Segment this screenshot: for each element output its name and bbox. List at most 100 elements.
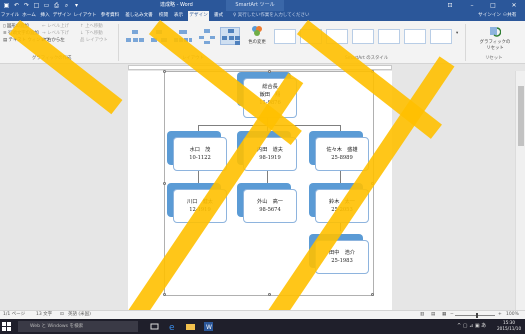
- taskbar-search-text: Web と Windows を検索: [30, 324, 84, 329]
- tab-layout[interactable]: レイアウト: [72, 11, 98, 21]
- connector-line: [267, 171, 268, 183]
- tab-smartart-design[interactable]: デザイン: [188, 11, 209, 21]
- smartart-style-option[interactable]: [430, 29, 452, 44]
- palette-icon: [252, 26, 262, 36]
- org-chart-layout-icon: [126, 30, 144, 42]
- ribbon-display-icon[interactable]: ⊡: [440, 0, 460, 11]
- resize-handle[interactable]: [163, 182, 166, 185]
- demote-label: レベル下げ: [47, 31, 70, 36]
- file-explorer-icon[interactable]: [186, 322, 195, 331]
- print-icon[interactable]: ⎙: [52, 1, 61, 10]
- reset-group-label: リセット: [485, 56, 503, 61]
- title-bar: ▣ ↶ ↷ □ ▭ ⎙ ⌕ ▾ 達成略 - Word SmartArt ツール …: [0, 0, 525, 11]
- redo-icon[interactable]: ↷: [22, 1, 31, 10]
- tab-review[interactable]: 校閲: [156, 11, 171, 21]
- resize-handle[interactable]: [163, 293, 166, 296]
- scrollbar-thumb[interactable]: [518, 86, 524, 146]
- vertical-scrollbar[interactable]: [515, 71, 525, 310]
- smartart-style-option[interactable]: [378, 29, 400, 44]
- language-indicator[interactable]: 英語 (米国): [68, 311, 91, 319]
- resize-handle[interactable]: [371, 293, 374, 296]
- open-icon[interactable]: ▭: [42, 1, 51, 10]
- node-number: 10-1122: [189, 155, 211, 161]
- web-layout-icon[interactable]: ▦: [442, 311, 446, 319]
- tab-file[interactable]: ファイル: [0, 11, 20, 21]
- edge-icon[interactable]: e: [168, 322, 177, 331]
- new-icon[interactable]: □: [32, 1, 41, 10]
- tab-design[interactable]: デザイン: [52, 11, 72, 21]
- minimize-icon[interactable]: –: [462, 0, 482, 11]
- node-name: 水口 茂: [189, 147, 211, 153]
- tell-me-text: 実行したい作業を入力してください: [237, 13, 310, 18]
- tell-me-box[interactable]: ♀ 実行したい作業を入力してください: [233, 12, 309, 20]
- layout-option-selected[interactable]: [220, 27, 240, 45]
- save-icon[interactable]: ▣: [2, 1, 11, 10]
- layout-option[interactable]: [196, 27, 216, 45]
- close-icon[interactable]: ✕: [504, 0, 524, 11]
- windows-taskbar: Web と Windows を検索 e W ^ ▢ ⊿ ▣ あ 15:30 20…: [0, 319, 525, 334]
- signin-link[interactable]: サインイン: [478, 11, 501, 21]
- styles-more-icon[interactable]: ▾: [456, 31, 458, 37]
- layout-dropdown[interactable]: 品 レイアウト: [80, 38, 108, 44]
- system-tray-icons[interactable]: ^ ▢ ⊿ ▣ あ: [457, 319, 486, 334]
- resize-handle[interactable]: [163, 70, 166, 73]
- reset-graphic-icon: [490, 27, 501, 37]
- resize-handle[interactable]: [268, 70, 271, 73]
- ribbon-tabs: ファイル ホーム 挿入 デザイン レイアウト 参考資料 差し込み文書 校閲 表示…: [0, 11, 525, 21]
- node-text-box[interactable]: 外山 高一 98-5674: [243, 189, 297, 223]
- org-chart-layout-icon: [199, 29, 215, 44]
- promote-button[interactable]: ← レベル上げ: [42, 24, 69, 30]
- tab-mailings[interactable]: 差し込み文書: [122, 11, 156, 21]
- move-down-label: 下へ移動: [85, 31, 103, 36]
- zoom-out-icon[interactable]: −: [450, 311, 454, 319]
- word-count[interactable]: 13 文字: [36, 311, 52, 319]
- zoom-slider[interactable]: [455, 315, 495, 316]
- smartart-tools-context-tab: SmartArt ツール: [226, 0, 284, 11]
- node-name: 外山 高一: [257, 199, 283, 205]
- move-up-button[interactable]: ↑ 上へ移動: [80, 24, 103, 30]
- tab-format[interactable]: 書式: [211, 11, 226, 21]
- connector-line: [198, 171, 199, 183]
- word-app-icon[interactable]: W: [204, 322, 213, 331]
- ribbon-separator: [118, 24, 119, 61]
- page-count[interactable]: 1/1 ページ: [3, 311, 25, 319]
- layout-option[interactable]: [124, 27, 144, 45]
- demote-button[interactable]: → レベル下げ: [42, 31, 69, 37]
- ribbon: ▯ 図形の追加 ≡ 行頭文字の追加 ▤ テキスト ウィンドウ ← レベル上げ →…: [0, 21, 525, 64]
- move-down-button[interactable]: ↓ 下へ移動: [80, 31, 103, 37]
- reset-graphic-button[interactable]: グラフィックのリセット: [478, 25, 512, 51]
- smartart-style-option[interactable]: [274, 29, 296, 44]
- taskbar-clock[interactable]: 15:30 2015/11/10: [497, 320, 521, 332]
- node-number: 25-8989: [331, 155, 353, 161]
- maximize-icon[interactable]: □: [483, 0, 503, 11]
- zoom-in-icon[interactable]: +: [498, 311, 502, 319]
- print-layout-icon[interactable]: ▤: [431, 311, 435, 319]
- tab-references[interactable]: 参考資料: [98, 11, 122, 21]
- undo-icon[interactable]: ↶: [12, 1, 21, 10]
- proofing-icon[interactable]: ⊡: [60, 311, 64, 319]
- node-text-box[interactable]: 水口 茂 10-1122: [173, 137, 227, 171]
- promote-label: レベル上げ: [47, 24, 70, 29]
- tab-view[interactable]: 表示: [171, 11, 186, 21]
- windows-start-icon[interactable]: [2, 322, 11, 331]
- smartart-style-option[interactable]: [352, 29, 374, 44]
- tab-home[interactable]: ホーム: [20, 11, 38, 21]
- task-view-icon[interactable]: [150, 322, 159, 331]
- customize-icon[interactable]: ▾: [72, 1, 81, 10]
- share-label: 共有: [507, 13, 517, 18]
- node-text-box[interactable]: 佐々木 盛雄 25-8989: [315, 137, 369, 171]
- read-mode-icon[interactable]: ▥: [420, 311, 424, 319]
- reset-graphic-label: グラフィックのリセット: [479, 40, 511, 51]
- resize-handle[interactable]: [268, 293, 271, 296]
- tab-insert[interactable]: 挿入: [38, 11, 52, 21]
- change-colors-button[interactable]: 色の変更: [245, 25, 269, 45]
- smartart-style-option[interactable]: [404, 29, 426, 44]
- zoom-slider-knob[interactable]: [476, 313, 478, 318]
- status-bar: 1/1 ページ 13 文字 ⊡ 英語 (米国) ▥ ▤ ▦ − + 100%: [0, 310, 525, 319]
- preview-icon[interactable]: ⌕: [62, 1, 71, 10]
- zoom-level[interactable]: 100%: [506, 311, 519, 319]
- taskbar-search[interactable]: Web と Windows を検索: [18, 321, 138, 332]
- share-button[interactable]: ⚇共有: [503, 11, 516, 21]
- org-chart-layout-icon: [222, 29, 240, 45]
- move-up-label: 上へ移動: [85, 24, 103, 29]
